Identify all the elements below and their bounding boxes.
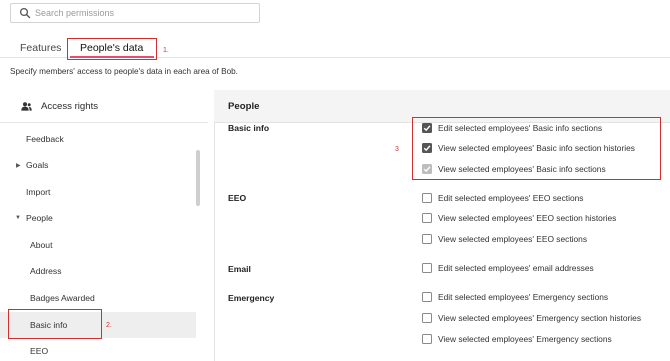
nav-item-import[interactable]: Import — [0, 179, 196, 205]
section-label-basic-info: Basic info — [228, 123, 270, 133]
tab-features[interactable]: Features — [20, 42, 61, 54]
caret-down-icon: ▼ — [15, 215, 21, 221]
nav-item-goals[interactable]: ▶ Goals — [0, 152, 196, 178]
access-rights-header: Access rights — [21, 99, 98, 113]
nav-item-people[interactable]: ▼ People — [0, 205, 196, 231]
scrollbar-thumb[interactable] — [196, 150, 200, 206]
permission-label: View selected employees' Emergency secti… — [438, 334, 612, 344]
checkbox-unchecked[interactable] — [422, 334, 432, 344]
nav-item-eeo[interactable]: EEO — [0, 338, 196, 361]
nav-item-feedback[interactable]: Feedback — [0, 126, 196, 152]
permission-row[interactable]: View selected employees' Emergency secti… — [422, 311, 641, 325]
caret-right-icon: ▶ — [16, 162, 21, 169]
annotation-label-3: 3 — [395, 146, 399, 153]
checkbox-unchecked[interactable] — [422, 263, 432, 273]
nav-item-about[interactable]: About — [0, 232, 196, 258]
permission-label: Edit selected employees' EEO sections — [438, 193, 584, 203]
checkbox-unchecked[interactable] — [422, 234, 432, 244]
permission-label: View selected employees' EEO sections — [438, 234, 588, 244]
permission-label: View selected employees' EEO section his… — [438, 213, 617, 223]
permissions-panel-title: People — [228, 101, 260, 112]
annotation-box-1 — [67, 38, 157, 60]
nav-item-label: Feedback — [26, 134, 64, 144]
permission-label: Edit selected employees' Emergency secti… — [438, 292, 609, 302]
nav-item-badges-awarded[interactable]: Badges Awarded — [0, 285, 196, 311]
page-description: Specify members' access to people's data… — [10, 67, 238, 76]
annotation-label-1: 1. — [163, 47, 169, 54]
section-label-eeo: EEO — [228, 193, 247, 203]
nav-item-label: Goals — [26, 160, 49, 170]
permission-row[interactable]: Edit selected employees' email addresses — [422, 261, 594, 275]
people-icon — [21, 101, 32, 111]
access-rights-divider — [0, 122, 208, 123]
nav-item-label: People — [26, 213, 53, 223]
nav-item-address[interactable]: Address — [0, 258, 196, 284]
checkbox-unchecked[interactable] — [422, 213, 432, 223]
nav-item-label: About — [30, 240, 53, 250]
checkbox-unchecked[interactable] — [422, 313, 432, 323]
nav-item-label: Import — [26, 187, 51, 197]
permission-row[interactable]: View selected employees' Emergency secti… — [422, 332, 612, 346]
permission-row[interactable]: View selected employees' EEO sections — [422, 232, 587, 246]
nav-item-label: Badges Awarded — [30, 293, 95, 303]
annotation-box-2 — [8, 309, 102, 339]
search-input[interactable] — [35, 6, 255, 20]
permission-row[interactable]: Edit selected employees' Emergency secti… — [422, 290, 608, 304]
checkbox-unchecked[interactable] — [422, 292, 432, 302]
checkbox-unchecked[interactable] — [422, 193, 432, 203]
section-label-email: Email — [228, 264, 251, 274]
permission-row[interactable]: Edit selected employees' EEO sections — [422, 191, 583, 205]
section-label-emergency: Emergency — [228, 293, 275, 303]
nav-item-label: EEO — [30, 346, 49, 356]
nav-item-label: Address — [30, 266, 62, 276]
search-icon — [19, 7, 31, 19]
permission-label: Edit selected employees' email addresses — [438, 263, 594, 273]
access-rights-title: Access rights — [41, 100, 99, 112]
permission-label: View selected employees' Emergency secti… — [438, 313, 642, 323]
annotation-box-3 — [412, 117, 661, 180]
permission-row[interactable]: View selected employees' EEO section his… — [422, 211, 616, 225]
search-box[interactable] — [10, 3, 260, 23]
annotation-label-2: 2. — [106, 322, 112, 329]
